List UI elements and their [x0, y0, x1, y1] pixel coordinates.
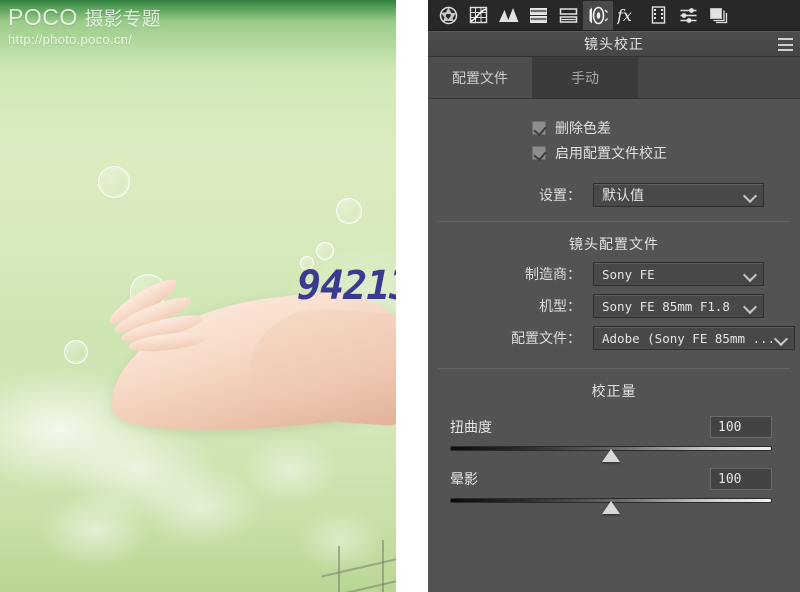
slider-header: 扭曲度 100 — [450, 415, 772, 439]
develop-panel: fx 镜头校正 配置文件 手动 删除色差 启用配置文件校正 设置： 默认值 镜头… — [428, 0, 800, 592]
chevron-down-icon — [744, 191, 757, 199]
railing — [320, 540, 396, 592]
basic-adjustments-icon[interactable] — [433, 1, 463, 30]
make-dropdown[interactable]: Sony FE — [593, 262, 764, 286]
watermark-brand: POCO — [8, 4, 78, 30]
section-divider — [438, 368, 790, 369]
slider-vignetting: 晕影 100 — [428, 467, 800, 514]
correction-amount-heading: 校正量 — [591, 383, 637, 399]
tone-curve-icon[interactable] — [463, 1, 493, 30]
panel-content: 删除色差 启用配置文件校正 设置： 默认值 镜头配置文件 制造商： Sony F… — [428, 99, 800, 592]
bubble-decoration — [98, 166, 130, 198]
profile-row: 配置文件： Adobe (Sony FE 85mm ... — [428, 326, 800, 350]
checkbox-remove-chromatic-aberration[interactable]: 删除色差 — [428, 115, 800, 140]
page-title: 镜头校正 — [584, 36, 644, 52]
presets-icon[interactable] — [673, 1, 703, 30]
settings-row: 设置： 默认值 — [428, 183, 800, 207]
hamburger-menu-icon[interactable] — [778, 38, 793, 51]
checkmark-icon[interactable] — [532, 120, 546, 135]
slider-track[interactable] — [450, 446, 772, 462]
slider-header: 晕影 100 — [450, 467, 772, 491]
slider-value-input[interactable]: 100 — [710, 416, 772, 438]
photo-preview-area[interactable]: POCO 摄影专题 http://photo.poco.cn/ 942139 — [0, 0, 428, 592]
split-toning-icon[interactable] — [523, 1, 553, 30]
model-value: Sony FE 85mm F1.8 — [602, 298, 730, 314]
model-label: 机型： — [539, 298, 581, 314]
profile-label: 配置文件： — [511, 330, 581, 346]
snapshots-icon[interactable] — [703, 1, 733, 30]
make-row: 制造商： Sony FE — [428, 262, 800, 286]
checkmark-icon[interactable] — [532, 145, 546, 160]
lens-corrections-icon[interactable] — [583, 0, 613, 30]
tab-filler — [638, 57, 800, 98]
bubble-decoration — [64, 340, 88, 364]
photo-editor-window: POCO 摄影专题 http://photo.poco.cn/ 942139 f… — [0, 0, 800, 592]
tab-bar[interactable]: 配置文件 手动 — [428, 57, 800, 99]
slider-thumb[interactable] — [602, 449, 620, 462]
section-divider — [438, 221, 790, 222]
watermark-brand-cn: 摄影专题 — [84, 9, 161, 30]
watermark-url: http://photo.poco.cn/ — [8, 32, 133, 47]
make-label: 制造商： — [525, 266, 581, 282]
chevron-down-icon — [744, 302, 757, 310]
checkbox-enable-profile-corrections[interactable]: 启用配置文件校正 — [428, 140, 800, 165]
detail-icon[interactable] — [553, 1, 583, 30]
model-row: 机型： Sony FE 85mm F1.8 — [428, 294, 800, 318]
tab-profile[interactable]: 配置文件 — [428, 57, 533, 98]
chevron-down-icon — [744, 270, 757, 278]
settings-dropdown[interactable]: 默认值 — [593, 183, 764, 207]
slider-label: 扭曲度 — [450, 419, 492, 435]
lens-profile-heading: 镜头配置文件 — [569, 236, 659, 252]
slider-label: 晕影 — [450, 471, 478, 487]
profile-value: Adobe (Sony FE 85mm ... — [602, 330, 776, 346]
slider-value-input[interactable]: 100 — [710, 468, 772, 490]
tab-manual[interactable]: 手动 — [533, 57, 638, 98]
canvas-gutter — [396, 0, 428, 592]
camera-calibration-icon[interactable] — [643, 1, 673, 30]
checkbox-label: 启用配置文件校正 — [555, 144, 667, 161]
slider-thumb[interactable] — [602, 501, 620, 514]
make-value: Sony FE — [602, 266, 655, 282]
settings-label: 设置： — [539, 187, 581, 203]
checkbox-label: 删除色差 — [555, 119, 611, 136]
model-dropdown[interactable]: Sony FE 85mm F1.8 — [593, 294, 764, 318]
svg-text:fx: fx — [617, 6, 632, 25]
bubble-decoration — [316, 242, 334, 260]
module-toolbar[interactable]: fx — [428, 0, 800, 31]
hsl-color-icon[interactable] — [493, 1, 523, 30]
profile-dropdown[interactable]: Adobe (Sony FE 85mm ... — [593, 326, 796, 350]
effects-fx-icon[interactable]: fx — [613, 1, 643, 30]
slider-track[interactable] — [450, 498, 772, 514]
poco-watermark: POCO 摄影专题 http://photo.poco.cn/ — [8, 4, 161, 47]
bubble-decoration — [336, 198, 362, 224]
panel-header: 镜头校正 — [428, 31, 800, 57]
chevron-down-icon — [775, 334, 788, 342]
settings-value: 默认值 — [602, 187, 644, 203]
slider-distortion: 扭曲度 100 — [428, 415, 800, 462]
